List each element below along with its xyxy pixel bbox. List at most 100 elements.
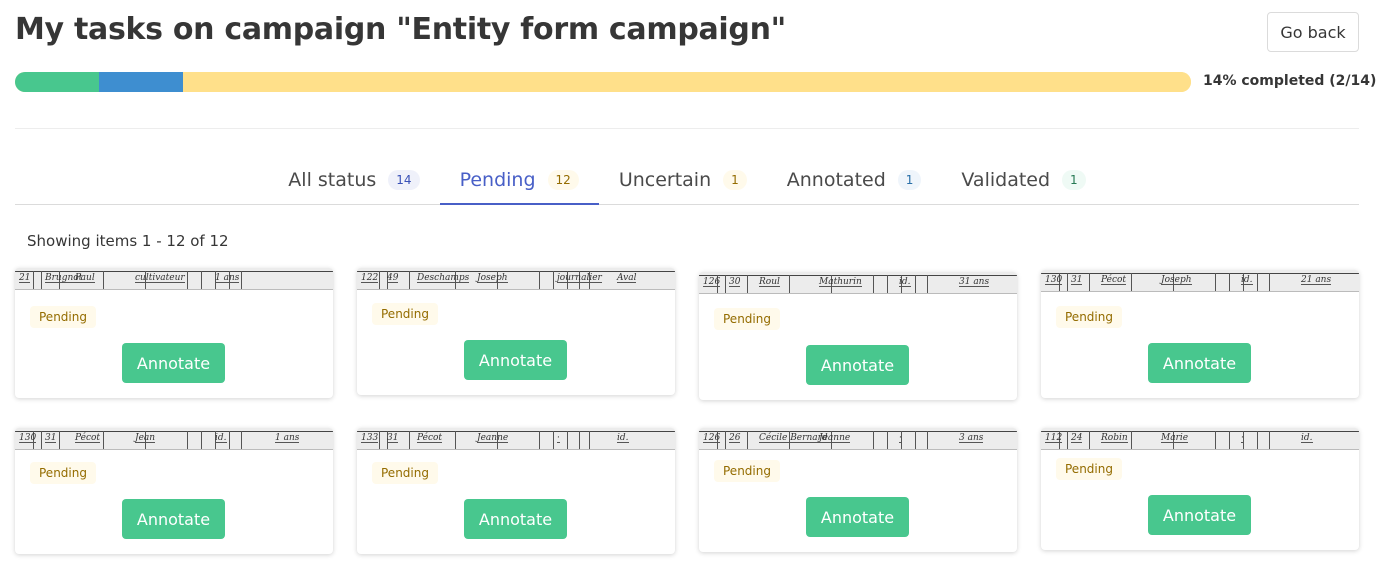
annotate-button[interactable]: Annotate <box>1148 495 1251 535</box>
annotate-button[interactable]: Annotate <box>1148 343 1251 383</box>
handwritten-text: Mathurin <box>819 277 862 287</box>
thumbnail-rule <box>187 431 188 449</box>
handwritten-text: Roul <box>759 277 780 287</box>
handwritten-text: id. <box>215 433 227 443</box>
task-card: 21 Brugnot Paul cultivateur 1 ans Pending Anno… <box>15 268 333 398</box>
thumbnail-rule <box>725 275 726 293</box>
status-badge: Pending <box>372 462 438 484</box>
handwritten-text: Cécile Bernard <box>759 433 828 443</box>
thumbnail-rule <box>887 275 888 293</box>
handwritten-text: 31 ans <box>959 277 990 287</box>
thumbnail-rule <box>409 431 410 449</box>
thumbnail-rule <box>915 275 916 293</box>
thumbnail-rule <box>1257 273 1258 291</box>
thumbnail-rule <box>201 431 202 449</box>
document-thumbnail: 130 31 Pécot Joseph id. 21 ans <box>1041 270 1359 292</box>
tab-label: Validated <box>961 169 1051 191</box>
showing-items-text: Showing items 1 - 12 of 12 <box>27 232 229 250</box>
thumbnail-rule <box>103 271 104 289</box>
handwritten-text: Pécot <box>75 433 101 443</box>
thumbnail-rule <box>747 275 748 293</box>
go-back-button[interactable]: Go back <box>1267 12 1359 52</box>
thumbnail-rule <box>409 271 410 289</box>
handwritten-text: 1 ans <box>275 433 300 443</box>
thumbnail-rule <box>1131 273 1132 291</box>
handwritten-text: Joseph <box>477 273 508 283</box>
tab-label: All status <box>288 169 377 191</box>
status-badge: Pending <box>30 306 96 328</box>
status-badge: Pending <box>714 308 780 330</box>
handwritten-text: journalier <box>557 273 602 283</box>
tab-label: Uncertain <box>618 169 712 191</box>
handwritten-text: 24 <box>1071 433 1083 443</box>
thumbnail-rule <box>1215 431 1216 449</box>
thumbnail-rule <box>887 431 888 449</box>
handwritten-text: Paul <box>75 273 95 283</box>
status-badge: Pending <box>714 460 780 482</box>
thumbnail-rule <box>241 431 242 449</box>
handwritten-text: id. <box>1241 275 1253 285</box>
thumbnail-rule <box>579 431 580 449</box>
handwritten-text: id. <box>1301 433 1313 443</box>
thumbnail-rule <box>1131 431 1132 449</box>
thumbnail-rule <box>539 431 540 449</box>
annotate-button[interactable]: Annotate <box>464 499 567 539</box>
thumbnail-rule <box>1067 273 1068 291</box>
tab-annotated[interactable]: Annotated 1 <box>767 156 942 204</box>
handwritten-text: 1 ans <box>215 273 240 283</box>
handwritten-text: id. <box>899 277 911 287</box>
progress-label: 14% completed (2/14) <box>1203 73 1377 89</box>
task-card: 112 24 Robin Marie · id. Pending Annotate <box>1041 428 1359 550</box>
task-card: 130 31 Pécot Jean id. 1 ans Pending Annotate <box>15 428 333 554</box>
progress-segment-annotated <box>99 72 183 92</box>
handwritten-text: · <box>557 433 560 443</box>
thumbnail-rule <box>567 431 568 449</box>
status-badge: Pending <box>30 462 96 484</box>
document-thumbnail: 133 31 Pécot Jeanne · id. <box>357 428 675 450</box>
thumbnail-rule <box>241 271 242 289</box>
handwritten-text: 3 ans <box>959 433 984 443</box>
status-badge: Pending <box>1056 306 1122 328</box>
handwritten-text: 130 <box>19 433 37 443</box>
tab-uncertain[interactable]: Uncertain 1 <box>599 156 767 204</box>
handwritten-text: 122 <box>361 273 379 283</box>
thumbnail-rule <box>1229 431 1230 449</box>
thumbnail-rule <box>379 271 380 289</box>
annotate-button[interactable]: Annotate <box>806 345 909 385</box>
document-thumbnail: 130 31 Pécot Jean id. 1 ans <box>15 428 333 450</box>
handwritten-text: 31 <box>387 433 399 443</box>
annotate-button[interactable]: Annotate <box>122 499 225 539</box>
tab-label: Pending <box>459 168 536 191</box>
annotate-button[interactable]: Annotate <box>122 343 225 383</box>
thumbnail-rule <box>103 431 104 449</box>
handwritten-text: 21 ans <box>1301 275 1332 285</box>
tab-pending[interactable]: Pending 12 <box>439 156 599 205</box>
thumbnail-rule <box>539 271 540 289</box>
thumbnail-rule <box>873 431 874 449</box>
handwritten-text: Aval <box>617 273 637 283</box>
thumbnail-rule <box>789 275 790 293</box>
thumbnail-rule <box>187 271 188 289</box>
task-card: 130 31 Pécot Joseph id. 21 ans Pending Annotate <box>1041 270 1359 398</box>
tab-validated[interactable]: Validated 1 <box>941 156 1105 204</box>
document-thumbnail: 126 26 Cécile Bernard Jeanne · 3 ans <box>699 428 1017 450</box>
handwritten-text: 126 <box>703 277 721 287</box>
handwritten-text: 26 <box>729 433 741 443</box>
handwritten-text: 31 <box>1071 275 1083 285</box>
progress-segment-pending <box>183 72 1191 92</box>
thumbnail-rule <box>927 275 928 293</box>
document-thumbnail: 112 24 Robin Marie · id. <box>1041 428 1359 450</box>
thumbnail-rule <box>747 431 748 449</box>
status-badge: Pending <box>1056 458 1122 480</box>
annotate-button[interactable]: Annotate <box>464 340 567 380</box>
document-thumbnail: 122 49 Deschamps Joseph journalier Aval <box>357 268 675 290</box>
annotate-button[interactable]: Annotate <box>806 497 909 537</box>
handwritten-text: cultivateur <box>135 273 185 283</box>
handwritten-text: Deschamps <box>417 273 470 283</box>
thumbnail-rule <box>59 431 60 449</box>
handwritten-text: · <box>1241 433 1244 443</box>
tab-all-status[interactable]: All status 14 <box>268 156 439 204</box>
thumbnail-rule <box>1269 431 1270 449</box>
thumbnail-rule <box>33 271 34 289</box>
document-thumbnail: 21 Brugnot Paul cultivateur 1 ans <box>15 268 333 290</box>
